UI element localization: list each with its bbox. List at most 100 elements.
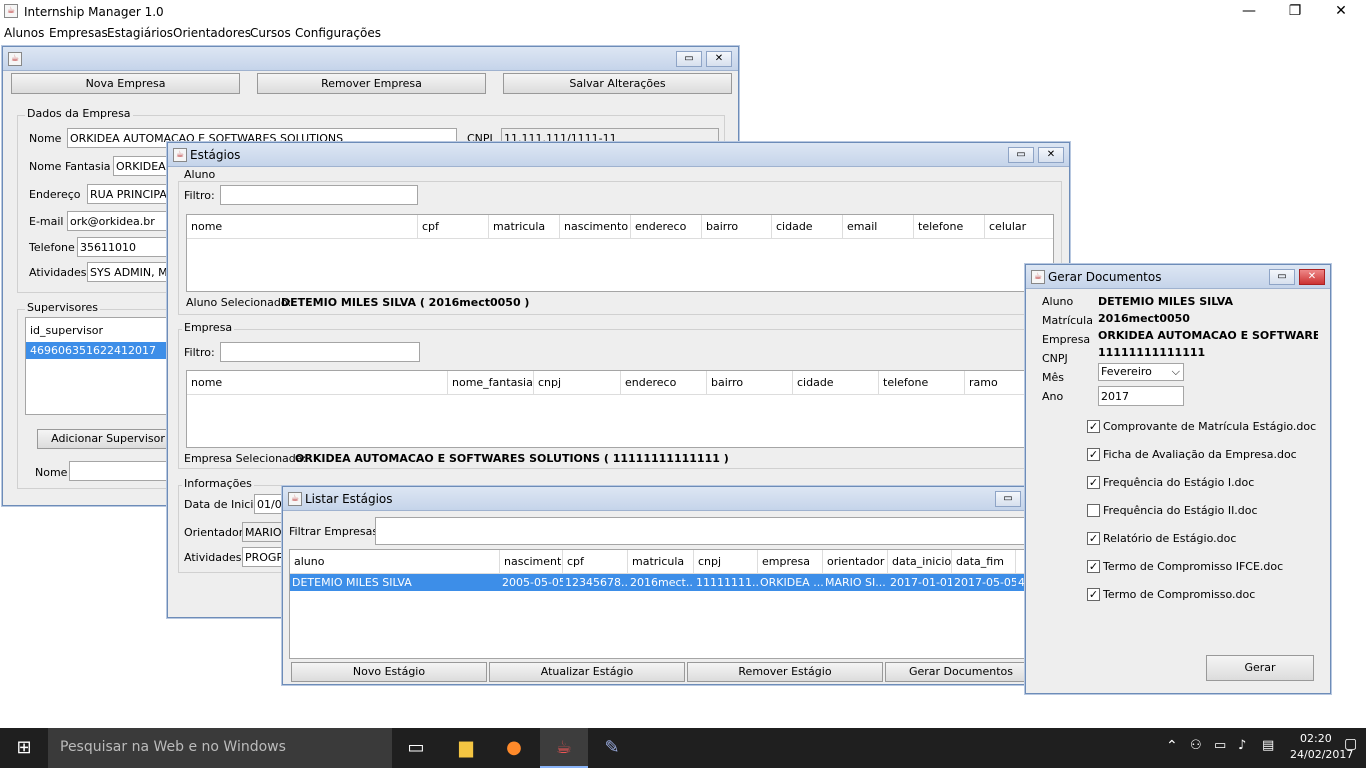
estagios-window-titlebar[interactable]: ☕ Estágios ▭ ✕ — [168, 143, 1069, 167]
ano-input[interactable]: 2017 — [1098, 386, 1184, 406]
windows-start-icon[interactable]: ⊞ — [0, 728, 48, 768]
firefox-icon[interactable]: ● — [490, 728, 538, 768]
column-header[interactable]: endereco — [631, 215, 702, 239]
close-icon[interactable]: ✕ — [706, 51, 732, 67]
notifications-icon[interactable]: ▢ — [1344, 736, 1357, 752]
estagios-table[interactable]: aluno nascimento cpf matricula cnpj empr… — [289, 549, 1037, 659]
column-header[interactable]: cpf — [418, 215, 489, 239]
table-row[interactable]: 469606351622412017 — [26, 342, 174, 359]
adicionar-supervisor-button[interactable]: Adicionar Supervisor — [37, 429, 179, 449]
menu-alunos[interactable]: Alunos — [4, 26, 44, 40]
column-header[interactable]: telefone — [914, 215, 985, 239]
column-header[interactable]: data_fim — [952, 550, 1016, 574]
supervisor-column-header[interactable]: id_supervisor — [30, 324, 103, 337]
column-header[interactable]: orientador — [823, 550, 888, 574]
column-header[interactable]: cnpj — [694, 550, 758, 574]
remover-empresa-button[interactable]: Remover Empresa — [257, 73, 486, 94]
doc-checkbox[interactable]: ✓ — [1087, 560, 1100, 573]
minimize-icon[interactable]: ▭ — [1269, 269, 1295, 285]
taskbar-search[interactable]: Pesquisar na Web e no Windows — [48, 728, 392, 768]
doc-label[interactable]: Comprovante de Matrícula Estágio.doc — [1103, 420, 1316, 433]
empresa-filtro-input[interactable] — [220, 342, 420, 362]
chevron-up-icon[interactable]: ⌃ — [1166, 738, 1178, 754]
column-header[interactable]: nome_fantasia — [448, 371, 534, 395]
column-header[interactable]: aluno — [290, 550, 500, 574]
clock-time[interactable]: 02:20 — [1300, 732, 1332, 745]
data-inicio-input[interactable]: 01/0 — [254, 494, 284, 514]
column-header[interactable]: nome — [187, 215, 418, 239]
aluno-filtro-input[interactable] — [220, 185, 418, 205]
gerar-button[interactable]: Gerar — [1206, 655, 1314, 681]
file-explorer-icon[interactable]: ▆ — [442, 728, 490, 768]
maximize-icon[interactable]: ❐ — [1272, 0, 1318, 24]
alunos-table[interactable]: nome cpf matricula nascimento endereco b… — [186, 214, 1054, 292]
email-input[interactable]: ork@orkidea.br — [67, 211, 173, 231]
minimize-icon[interactable]: ▭ — [1008, 147, 1034, 163]
column-header[interactable]: data_inicio — [888, 550, 952, 574]
info-atividades-input[interactable]: PROGR — [242, 547, 284, 567]
mes-select[interactable]: Fevereiro ⌵ — [1098, 363, 1184, 381]
doc-label[interactable]: Termo de Compromisso IFCE.doc — [1103, 560, 1283, 573]
doc-label[interactable]: Ficha de Avaliação da Empresa.doc — [1103, 448, 1297, 461]
column-header[interactable]: nome — [187, 371, 448, 395]
doc-label[interactable]: Termo de Compromisso.doc — [1103, 588, 1255, 601]
filtrar-empresas-input[interactable] — [375, 517, 1035, 545]
column-header[interactable]: matricula — [628, 550, 694, 574]
menu-estagiarios[interactable]: Estagiários — [107, 26, 173, 40]
endereco-input[interactable]: RUA PRINCIPAL — [87, 184, 173, 204]
listar-window-titlebar[interactable]: ☕ Listar Estágios ▭ — [283, 487, 1041, 511]
keyboard-icon[interactable]: ▤ — [1262, 738, 1274, 753]
doc-checkbox[interactable]: ✓ — [1087, 532, 1100, 545]
orientador-select[interactable]: MARIO — [242, 522, 284, 542]
column-header[interactable]: email — [843, 215, 914, 239]
menu-cursos[interactable]: Cursos — [250, 26, 291, 40]
doc-label[interactable]: Relatório de Estágio.doc — [1103, 532, 1236, 545]
task-view-icon[interactable]: ▭ — [392, 728, 440, 768]
column-header[interactable]: cnpj — [534, 371, 621, 395]
menu-configuracoes[interactable]: Configurações — [295, 26, 381, 40]
network-icon[interactable]: ⚇ — [1190, 738, 1202, 753]
close-icon[interactable]: ✕ — [1318, 0, 1364, 24]
supervisores-table[interactable]: id_supervisor 469606351622412017 — [25, 317, 175, 415]
salvar-alteracoes-button[interactable]: Salvar Alterações — [503, 73, 732, 94]
column-header[interactable]: cpf — [563, 550, 628, 574]
doc-label[interactable]: Frequência do Estágio I.doc — [1103, 476, 1254, 489]
close-icon[interactable]: ✕ — [1038, 147, 1064, 163]
paint-icon[interactable]: ✎ — [588, 728, 636, 768]
empresa-window-titlebar[interactable]: ☕ ▭ ✕ — [3, 47, 738, 71]
telefone-input[interactable]: 35611010 — [77, 237, 173, 257]
volume-icon[interactable]: ♪ — [1238, 738, 1246, 753]
fantasia-input[interactable]: ORKIDEA S — [113, 156, 173, 176]
doc-label[interactable]: Frequência do Estágio II.doc — [1103, 504, 1258, 517]
nova-empresa-button[interactable]: Nova Empresa — [11, 73, 240, 94]
battery-icon[interactable]: ▭ — [1214, 738, 1226, 753]
remover-estagio-button[interactable]: Remover Estágio — [687, 662, 883, 682]
minimize-icon[interactable]: — — [1226, 0, 1272, 24]
gerar-window-titlebar[interactable]: ☕ Gerar Documentos ▭ ✕ — [1026, 265, 1330, 289]
column-header[interactable]: nascimento — [560, 215, 631, 239]
column-header[interactable]: cidade — [793, 371, 879, 395]
doc-checkbox[interactable]: ✓ — [1087, 448, 1100, 461]
minimize-icon[interactable]: ▭ — [676, 51, 702, 67]
column-header[interactable]: endereco — [621, 371, 707, 395]
menu-orientadores[interactable]: Orientadores — [173, 26, 251, 40]
empresas-table[interactable]: nome nome_fantasia cnpj endereco bairro … — [186, 370, 1054, 448]
column-header[interactable]: cidade — [772, 215, 843, 239]
column-header[interactable]: matricula — [489, 215, 560, 239]
doc-checkbox[interactable]: ✓ — [1087, 420, 1100, 433]
column-header[interactable]: bairro — [707, 371, 793, 395]
close-icon[interactable]: ✕ — [1299, 269, 1325, 285]
java-app-icon[interactable]: ☕ — [540, 728, 588, 768]
doc-checkbox[interactable]: ✓ — [1087, 588, 1100, 601]
column-header[interactable]: nascimento — [500, 550, 563, 574]
menu-empresas[interactable]: Empresas — [49, 26, 108, 40]
column-header[interactable]: celular — [985, 215, 1053, 239]
sup-nome-input[interactable] — [69, 461, 173, 481]
doc-checkbox[interactable] — [1087, 504, 1100, 517]
atividades-input[interactable]: SYS ADMIN, MAN — [87, 262, 173, 282]
atualizar-estagio-button[interactable]: Atualizar Estágio — [489, 662, 685, 682]
doc-checkbox[interactable]: ✓ — [1087, 476, 1100, 489]
gerar-documentos-button[interactable]: Gerar Documentos — [885, 662, 1037, 682]
minimize-icon[interactable]: ▭ — [995, 491, 1021, 507]
novo-estagio-button[interactable]: Novo Estágio — [291, 662, 487, 682]
